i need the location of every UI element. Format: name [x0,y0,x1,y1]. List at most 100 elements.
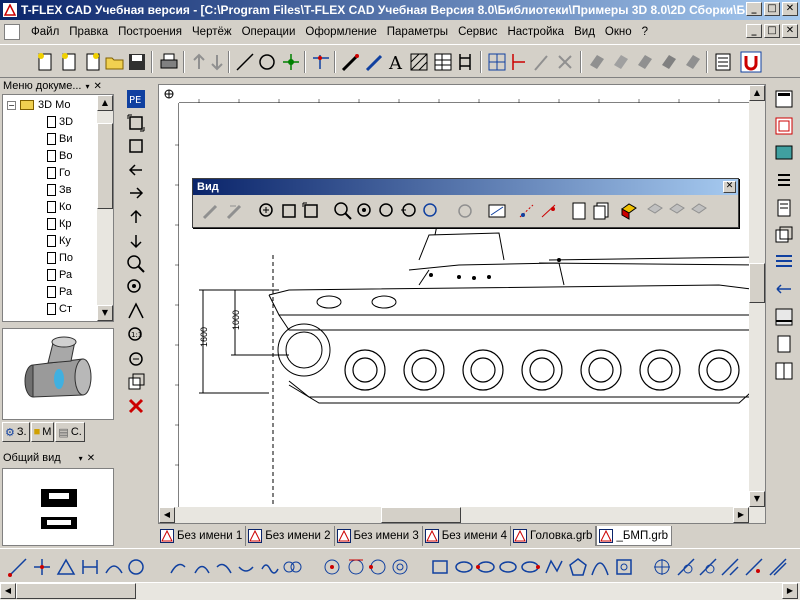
scroll-thumb[interactable] [97,123,113,209]
fillet-icon[interactable] [744,557,764,577]
bottom-scroll-thumb[interactable] [16,583,136,599]
menu-operations[interactable]: Операции [237,26,301,38]
chevron-down-icon[interactable]: ▾ [85,82,89,91]
tree-folder[interactable]: − 3D Мо [7,97,71,113]
box-icon[interactable] [614,557,634,577]
menu-edit[interactable]: Правка [64,26,113,38]
3d-operation-icon[interactable] [682,51,704,73]
polygon-icon[interactable] [568,557,588,577]
new-window-icon[interactable] [125,371,147,393]
circle-node-icon[interactable] [126,557,146,577]
tree-item[interactable]: Го [47,165,70,181]
magnet-icon[interactable] [740,51,762,73]
tree-item[interactable]: Ко [47,199,72,215]
menu-service[interactable]: Сервис [453,26,502,38]
tab-doc-4[interactable]: Без имени 4 [423,526,511,546]
circle-center-icon[interactable] [322,557,342,577]
view-floating-toolbar[interactable]: Вид ✕ [192,178,739,228]
3d-window-icon[interactable] [773,115,795,137]
page-setup-icon[interactable] [712,51,734,73]
float-close-button[interactable]: ✕ [723,181,736,193]
3d-node-icon[interactable] [586,51,608,73]
canvas-vscrollbar[interactable]: ▲ ▼ [749,85,765,507]
pages-icon[interactable] [591,201,611,221]
new-3d-file-icon[interactable] [58,51,80,73]
redo-icon[interactable] [206,51,228,73]
circle-tangent-icon[interactable] [346,557,366,577]
tree-item[interactable]: Кр [47,216,72,232]
doc-minimize-button[interactable]: _ [746,24,762,38]
document-icon[interactable] [4,24,20,40]
canvas-hscrollbar[interactable]: ◀ ▶ [159,507,765,523]
circle-3p-icon[interactable] [368,557,388,577]
tab-model[interactable]: ■ М [30,422,55,442]
bracket-tool-icon[interactable] [454,51,476,73]
zoom-in-icon[interactable] [125,253,147,275]
tree-scrollbar[interactable]: ▲ ▼ [97,95,113,321]
pattern-tool-icon[interactable] [554,51,576,73]
select-nodes-icon[interactable] [517,201,537,221]
scroll-down-icon[interactable]: ▼ [749,491,765,507]
cancel-icon[interactable] [125,395,147,417]
ellipse-tool-icon[interactable] [454,557,474,577]
tree-item[interactable]: 3D [47,114,73,130]
menu-design[interactable]: Оформление [300,26,381,38]
arrow-left-icon[interactable] [125,159,147,181]
curve-icon[interactable] [590,557,610,577]
zoom-ratio-icon[interactable] [125,300,147,322]
triangle-node-icon[interactable] [56,557,76,577]
menu-settings[interactable]: Настройка [502,26,569,38]
zoom-fit-icon[interactable] [125,135,147,157]
target-icon[interactable] [652,557,672,577]
zoom-fit-icon[interactable] [301,201,321,221]
tab-doc-1[interactable]: Без имени 1 [158,526,247,546]
pen-tool-icon[interactable] [364,51,386,73]
menu-file[interactable]: Файл [26,26,64,38]
panel-toggle-icon[interactable] [773,360,795,382]
menu-drawing[interactable]: Чертёж [187,26,237,38]
tab-doc-golovka[interactable]: Головка.grb [511,526,597,546]
column-icon[interactable] [773,333,795,355]
ellipse-3-icon[interactable] [498,557,518,577]
maximize-button[interactable]: □ [764,2,780,16]
open-folder-icon[interactable] [104,51,126,73]
zoom-window-icon[interactable] [279,201,299,221]
display-mode-icon[interactable] [487,201,507,221]
dimension-line-icon[interactable] [80,557,100,577]
tab-doc-3[interactable]: Без имени 3 [335,526,423,546]
tree-item[interactable]: Ст [47,301,72,317]
menu-help[interactable]: ? [637,26,653,38]
arc-1-icon[interactable] [168,557,188,577]
new-file-icon[interactable] [34,51,56,73]
tree-item[interactable]: Ку [47,233,71,249]
page-editor-icon[interactable]: PE [125,88,147,110]
offset-icon[interactable] [768,557,788,577]
page-icon[interactable] [569,201,589,221]
polyline-icon[interactable] [544,557,564,577]
arc-line-icon[interactable] [104,557,124,577]
model-tree-icon[interactable] [773,88,795,110]
tree-item[interactable]: Во [47,148,72,164]
spline-icon[interactable] [260,557,280,577]
tab-doc-bmp[interactable]: _БМП.grb [596,526,673,546]
select-elements-icon[interactable] [539,201,559,221]
chamfer-icon[interactable] [720,557,740,577]
panel-close-icon[interactable]: ✕ [87,453,95,464]
minimize-button[interactable]: _ [746,2,762,16]
zoom-window-icon[interactable] [125,112,147,134]
close-button[interactable]: ✕ [782,2,798,16]
tree-item[interactable]: Зв [47,182,72,198]
zoom-1-1-icon[interactable]: 1:1 [125,324,147,346]
tree-item[interactable]: Ра [47,267,72,283]
zoom-all-icon[interactable] [355,201,375,221]
print-icon[interactable] [158,51,180,73]
canvas-hscroll-thumb[interactable] [381,507,461,523]
zoom-1-1-icon[interactable] [377,201,397,221]
tree-item[interactable]: По [47,250,73,266]
scroll-down-icon[interactable]: ▼ [97,305,113,321]
menu-window[interactable]: Окно [600,26,637,38]
arc-4-icon[interactable] [236,557,256,577]
3d-path-icon[interactable] [610,51,632,73]
zoom-icon[interactable] [333,201,353,221]
dimension-tool-icon[interactable] [530,51,552,73]
